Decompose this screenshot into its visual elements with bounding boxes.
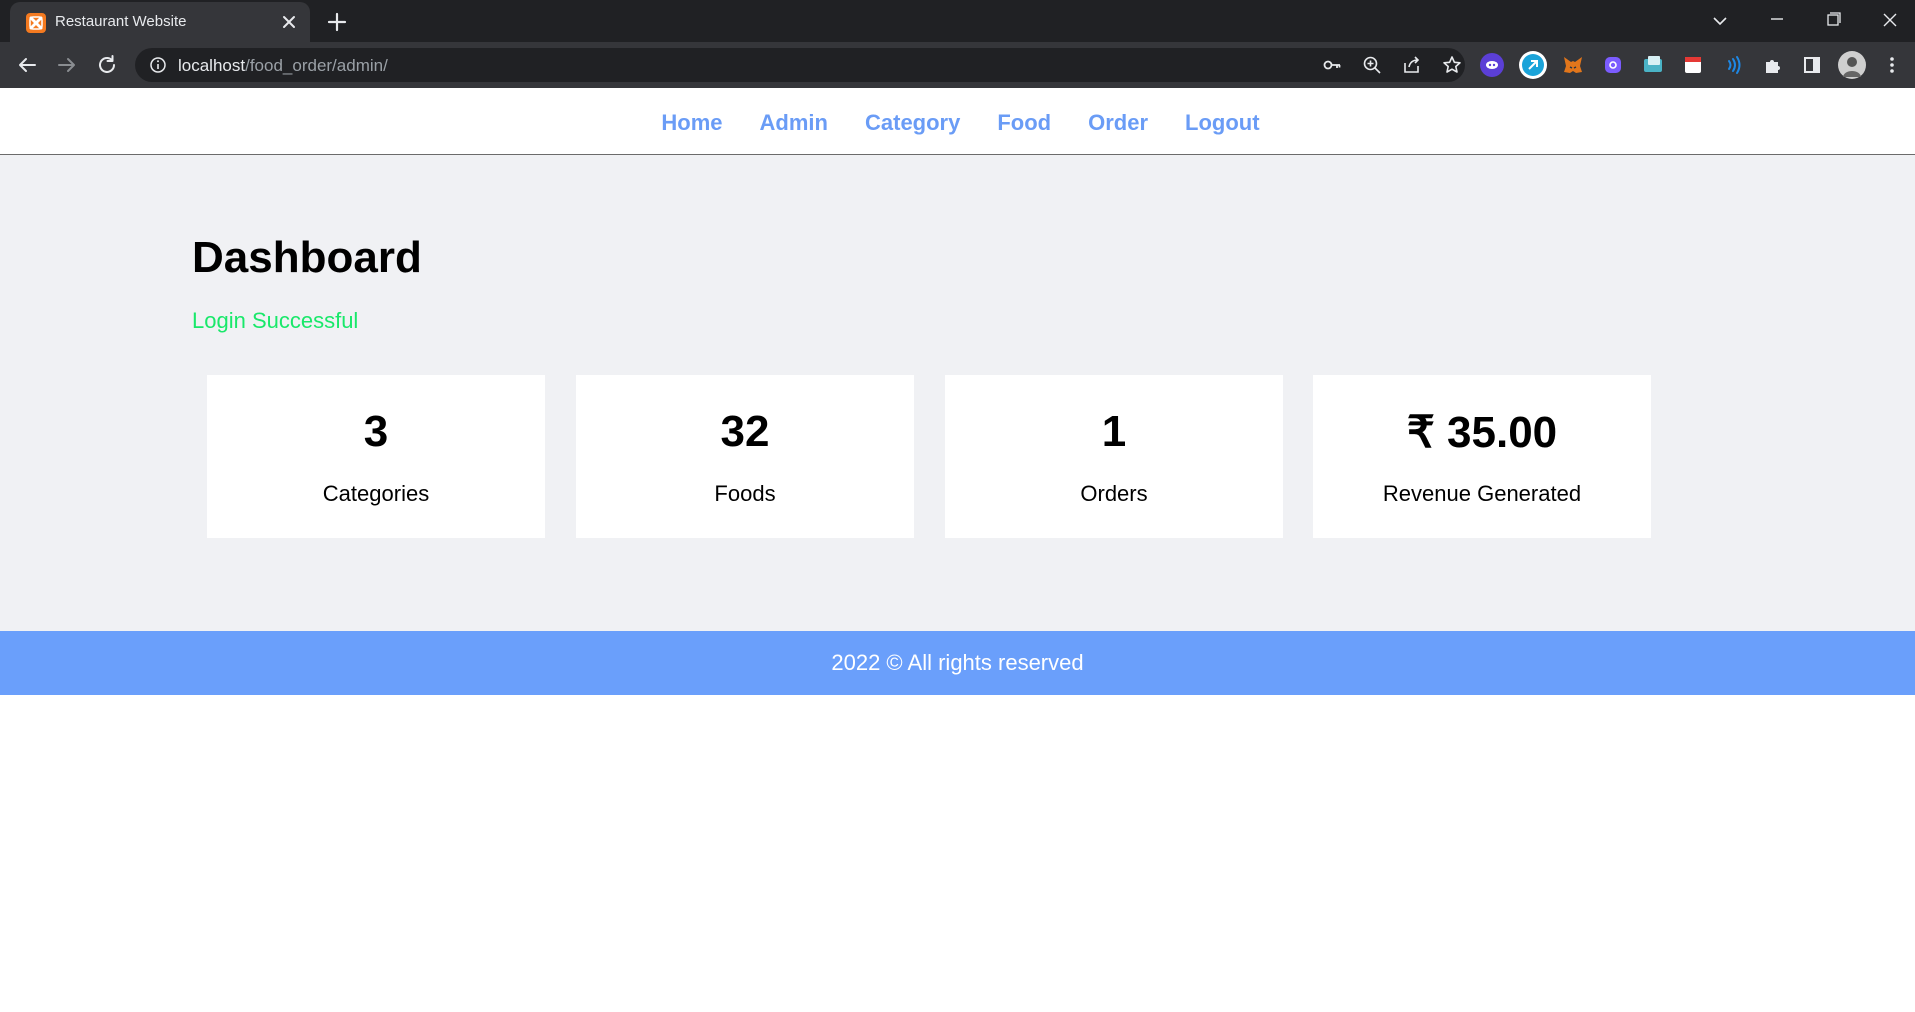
stat-label: Foods (714, 481, 776, 506)
key-icon[interactable] (1322, 55, 1342, 75)
nav-link-food[interactable]: Food (997, 110, 1051, 135)
browser-toolbar: localhost/food_order/admin/ (0, 42, 1915, 88)
stat-label: Revenue Generated (1382, 481, 1582, 506)
extension-zoom-icon[interactable] (1519, 51, 1547, 79)
site-nav: Home Admin Category Food Order Logout (0, 88, 1915, 155)
extension-at-icon[interactable] (1601, 53, 1625, 77)
stat-value: ₹ 35.00 (1406, 408, 1558, 457)
forward-arrow-icon[interactable] (53, 51, 81, 79)
metamask-fox-icon[interactable] (1561, 53, 1585, 77)
dashboard-main: Dashboard Login Successful 3 Categories … (0, 155, 1915, 631)
stat-value: 1 (1101, 407, 1127, 456)
browser-menu-kebab-icon[interactable] (1880, 53, 1904, 77)
side-panel-icon[interactable] (1800, 53, 1824, 77)
stat-value: 32 (720, 407, 770, 456)
nav-link-admin[interactable]: Admin (760, 110, 828, 135)
back-arrow-icon[interactable] (13, 51, 41, 79)
nav-link-order[interactable]: Order (1088, 110, 1148, 135)
share-icon[interactable] (1402, 55, 1422, 75)
nav-link-category[interactable]: Category (865, 110, 960, 135)
tab-title: Restaurant Website (55, 13, 187, 30)
stat-card-revenue: ₹ 35.00 Revenue Generated (1313, 375, 1651, 538)
minimize-icon[interactable] (1757, 6, 1797, 36)
browser-tab[interactable]: Restaurant Website (10, 2, 310, 42)
page-title: Dashboard (192, 233, 422, 282)
nav-menu: Home Admin Category Food Order Logout (0, 88, 1915, 136)
url-text[interactable]: localhost/food_order/admin/ (178, 56, 388, 76)
site-info-icon[interactable] (149, 56, 167, 74)
profile-avatar[interactable] (1838, 51, 1866, 79)
stat-value: 3 (363, 407, 389, 456)
new-tab-plus-icon[interactable] (324, 9, 350, 35)
url-host: localhost (178, 56, 246, 75)
address-bar[interactable]: localhost/food_order/admin/ (135, 48, 1465, 82)
nav-link-logout[interactable]: Logout (1185, 110, 1260, 135)
extensions-puzzle-icon[interactable] (1761, 53, 1785, 77)
url-path: /food_order/admin/ (245, 56, 388, 75)
login-success-message: Login Successful (192, 308, 359, 333)
extension-card-icon[interactable] (1641, 53, 1665, 77)
stat-card-orders: 1 Orders (945, 375, 1283, 538)
reload-icon[interactable] (93, 51, 121, 79)
xampp-favicon-icon (26, 13, 46, 33)
close-window-icon[interactable] (1870, 6, 1910, 36)
tab-search-chevron-icon[interactable] (1700, 6, 1740, 36)
extension-calendar-icon[interactable] (1681, 53, 1705, 77)
restore-icon[interactable] (1813, 6, 1853, 36)
tab-close-icon[interactable] (278, 11, 300, 33)
browser-tabstrip: Restaurant Website (0, 0, 1915, 42)
stat-label: Orders (1080, 481, 1148, 506)
zoom-icon[interactable] (1362, 55, 1382, 75)
stat-card-foods: 32 Foods (576, 375, 914, 538)
site-footer: 2022 © All rights reserved (0, 631, 1915, 695)
bookmark-star-icon[interactable] (1442, 55, 1462, 75)
stat-label: Categories (322, 481, 430, 506)
stat-card-categories: 3 Categories (207, 375, 545, 538)
footer-copyright: 2022 © All rights reserved (831, 650, 1084, 675)
extension-wave-icon[interactable] (1721, 53, 1745, 77)
extension-ghost-icon[interactable] (1480, 53, 1504, 77)
nav-link-home[interactable]: Home (661, 110, 722, 135)
